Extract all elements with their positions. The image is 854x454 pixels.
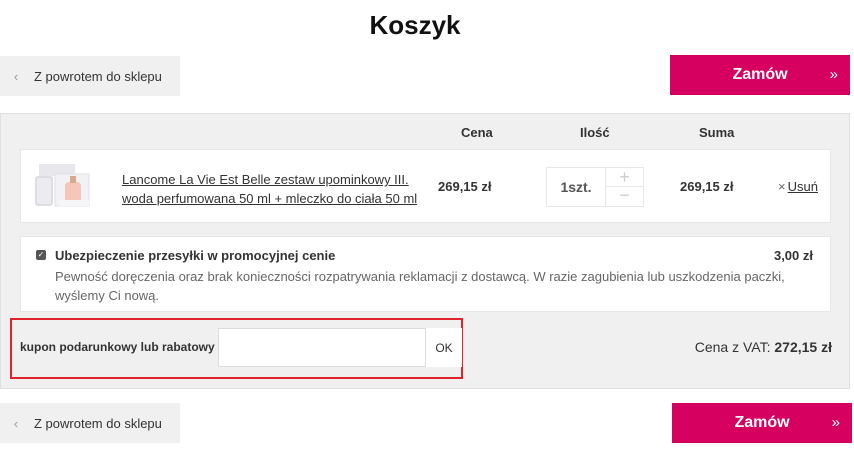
coupon-ok-button[interactable]: OK	[426, 328, 462, 367]
cart-item-row: Lancome La Vie Est Belle zestaw upominko…	[20, 149, 831, 223]
double-chevron-right-icon: »	[831, 414, 840, 431]
coupon-input[interactable]	[218, 328, 426, 367]
insurance-checkbox[interactable]: ✓	[36, 250, 46, 260]
chevron-left-icon: ‹	[13, 415, 19, 431]
order-button-label: Zamów	[732, 66, 788, 83]
back-to-shop-button-bottom[interactable]: ‹ Z powrotem do sklepu	[0, 403, 180, 443]
close-icon: ×	[778, 179, 786, 194]
back-to-shop-button[interactable]: ‹ Z powrotem do sklepu	[0, 56, 180, 96]
quantity-decrease-button[interactable]: −	[605, 186, 643, 206]
item-price: 269,15 zł	[438, 179, 492, 194]
remove-item-label: Usuń	[787, 179, 818, 194]
product-thumbnail[interactable]	[29, 160, 97, 212]
insurance-price: 3,00 zł	[773, 248, 813, 263]
quantity-stepper: 1szt. + −	[546, 167, 644, 207]
order-button-bottom[interactable]: Zamów »	[672, 403, 852, 443]
order-button-label: Zamów	[734, 414, 790, 431]
total-value: 272,15 zł	[774, 339, 832, 355]
order-button-top[interactable]: Zamów »	[670, 55, 850, 95]
total-label: Cena z VAT:	[694, 339, 771, 355]
insurance-description: Pewność doręczenia oraz brak koniecznośc…	[55, 269, 785, 303]
header-sum: Suma	[699, 125, 735, 140]
header-quantity: Ilość	[580, 125, 610, 140]
shipping-insurance-row: ✓ Ubezpieczenie przesyłki w promocyjnej …	[20, 236, 831, 312]
total-price: Cena z VAT: 272,15 zł	[695, 339, 832, 355]
coupon-label: kupon podarunkowy lub rabatowy	[20, 340, 215, 354]
back-to-shop-label: Z powrotem do sklepu	[34, 68, 162, 84]
coupon-section: kupon podarunkowy lub rabatowy OK	[10, 318, 463, 379]
header-price: Cena	[461, 125, 493, 140]
double-chevron-right-icon: »	[829, 66, 838, 83]
quantity-value[interactable]: 1szt.	[547, 168, 605, 206]
chevron-left-icon: ‹	[13, 68, 19, 84]
insurance-title: Ubezpieczenie przesyłki w promocyjnej ce…	[55, 248, 336, 263]
product-name-link[interactable]: Lancome La Vie Est Belle zestaw upominko…	[122, 170, 437, 208]
page-title: Koszyk	[369, 10, 461, 40]
item-sum: 269,15 zł	[680, 179, 734, 194]
remove-item-button[interactable]: × Usuń	[778, 179, 818, 194]
back-to-shop-label: Z powrotem do sklepu	[34, 415, 162, 431]
